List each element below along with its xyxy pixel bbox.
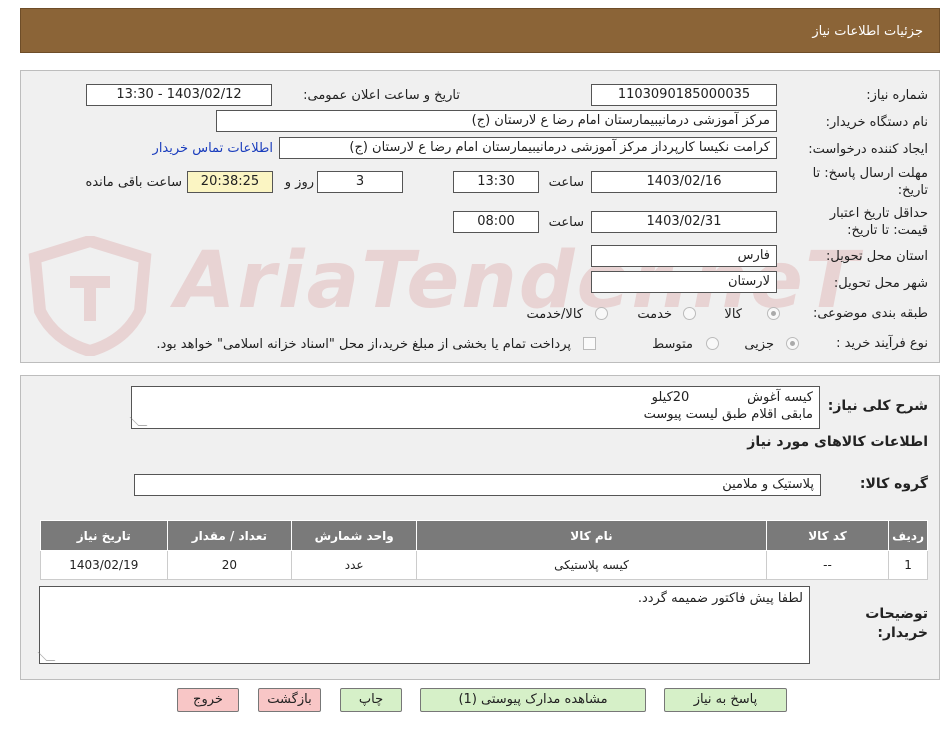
exit-button[interactable]: خروج [177,688,239,712]
category-goods-service-label: کالا/خدمت [526,307,583,322]
print-button[interactable]: چاپ [340,688,402,712]
resize-grip-icon[interactable] [37,652,56,661]
cell-quantity: 20 [166,550,293,580]
need-number-field: 1103090185000035 [591,84,777,106]
need-number-label: شماره نیاز: [866,88,928,103]
remaining-label: ساعت باقی مانده [85,175,182,190]
col-quantity: تعداد / مقدار [166,520,293,551]
contact-buyer-link[interactable]: اطلاعات تماس خریدار [153,141,273,156]
reply-to-need-button[interactable]: پاسخ به نیاز [664,688,787,712]
cell-goods-name: کیسه پلاستیکی [416,550,767,580]
validity-time-field: 08:00 [453,211,539,233]
process-type-label: نوع فرآیند خرید : [836,336,928,351]
summary-line-1: کیسه آغوش 20کیلو [651,390,813,405]
validity-date-field: 1403/02/31 [591,211,777,233]
process-partial-radio[interactable] [786,337,799,350]
col-unit: واحد شمارش [291,520,418,551]
page-title: جزئیات اطلاعات نیاز [812,24,923,39]
process-medium-radio[interactable] [706,337,719,350]
view-attachments-button[interactable]: مشاهده مدارک پیوستی (1) [420,688,646,712]
buyer-org-label: نام دستگاه خریدار: [825,115,928,130]
category-service-radio[interactable] [683,307,696,320]
cell-unit: عدد [291,550,418,580]
goods-info-title: اطلاعات کالاهای مورد نیاز [747,434,928,450]
page-header: جزئیات اطلاعات نیاز [20,8,940,53]
deadline-time-field: 13:30 [453,171,539,193]
buyer-notes-text: لطفا پیش فاکتور ضمیمه گردد. [637,591,803,606]
treasury-payment-checkbox[interactable] [583,337,596,350]
process-medium-label: متوسط [652,337,693,352]
deadline-time-label: ساعت [548,175,584,190]
cell-need-date: 1403/02/19 [40,550,168,580]
announce-label: تاریخ و ساعت اعلان عمومی: [303,88,460,103]
validity-label-line1: حداقل تاریخ اعتبار [829,206,928,221]
category-service-label: خدمت [637,307,672,322]
category-goods-label: کالا [724,307,742,322]
announce-field: 1403/02/12 - 13:30 [86,84,272,106]
requester-field: کرامت نکیسا کارپرداز مرکز آموزشی درمانیب… [279,137,777,159]
cell-row-number: 1 [888,550,928,580]
col-need-date: تاریخ نیاز [40,520,168,551]
buyer-notes-label-line1: توضیحات [865,606,928,622]
summary-label: شرح کلی نیاز: [827,398,928,414]
cell-goods-code: -- [765,550,890,580]
col-goods-name: نام کالا [416,520,767,551]
days-remaining-field: 3 [317,171,403,193]
deadline-date-field: 1403/02/16 [591,171,777,193]
category-goods-radio[interactable] [767,307,780,320]
validity-label-line2: قیمت: تا تاریخ: [847,223,928,238]
category-label: طبقه بندی موضوعی: [812,306,928,321]
col-row-number: ردیف [888,520,928,551]
process-partial-label: جزیی [744,337,774,352]
validity-time-label: ساعت [548,215,584,230]
summary-line-2: مابقی اقلام طبق لیست پیوست [643,407,813,422]
table-row: 1 -- کیسه پلاستیکی عدد 20 1403/02/19 [40,550,928,580]
buyer-notes-textarea: لطفا پیش فاکتور ضمیمه گردد. [37,586,810,664]
goods-table: ردیف کد کالا نام کالا واحد شمارش تعداد /… [40,520,928,580]
province-label: استان محل تحویل: [826,249,928,264]
summary-textarea: کیسه آغوش 20کیلو مابقی اقلام طبق لیست پی… [129,386,820,429]
requester-label: ایجاد کننده درخواست: [808,142,928,157]
buyer-notes-label-line2: خریدار: [877,625,928,641]
remaining-time-field: 20:38:25 [187,171,273,193]
back-button[interactable]: بازگشت [258,688,321,712]
province-field: فارس [591,245,777,267]
treasury-payment-note: پرداخت تمام یا بخشی از مبلغ خرید،از محل … [156,337,571,352]
city-label: شهر محل تحویل: [833,276,928,291]
category-goods-service-radio[interactable] [595,307,608,320]
city-field: لارستان [591,271,777,293]
goods-group-field: پلاستیک و ملامین [134,474,821,496]
goods-table-header-row: ردیف کد کالا نام کالا واحد شمارش تعداد /… [40,520,928,551]
col-goods-code: کد کالا [765,520,890,551]
deadline-label-line1: مهلت ارسال پاسخ: تا [812,166,928,181]
buyer-org-field: مرکز آموزشی درمانیبیمارستان امام رضا ع ل… [216,110,777,132]
goods-group-label: گروه کالا: [859,476,928,492]
deadline-label-line2: تاریخ: [897,183,928,198]
days-label: روز و [284,175,314,190]
